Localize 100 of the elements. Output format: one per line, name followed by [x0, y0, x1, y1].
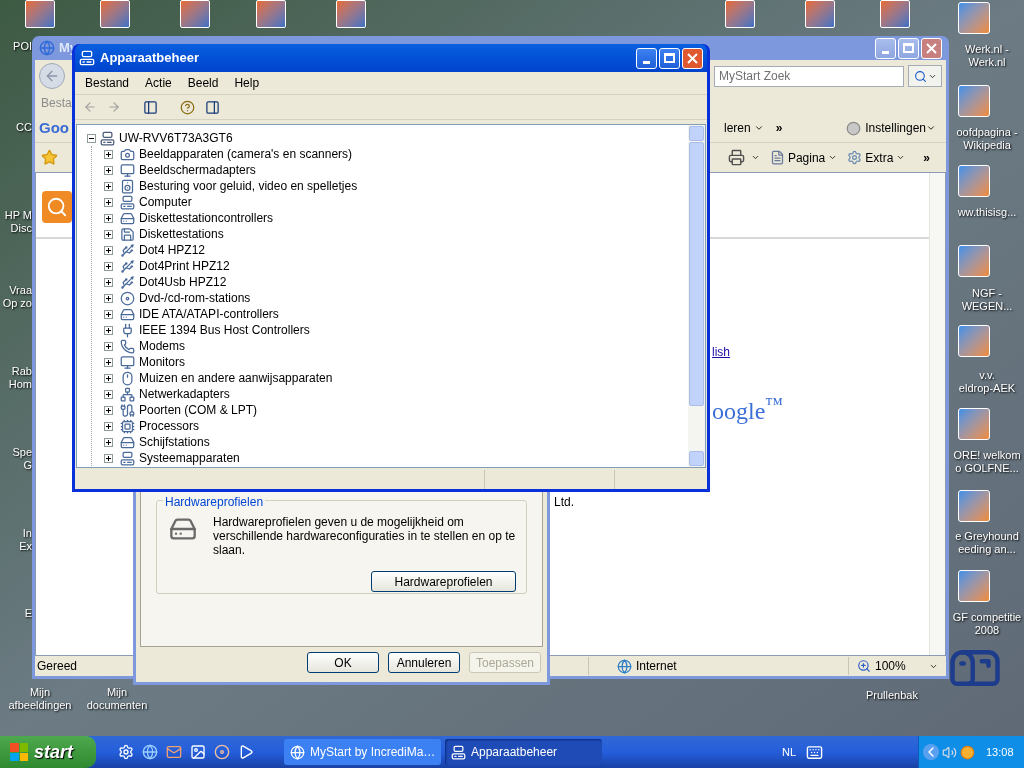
tree-item[interactable]: IDE ATA/ATAPI-controllers [139, 305, 279, 323]
expand-toggle[interactable] [104, 229, 113, 239]
browser-icon[interactable] [142, 744, 158, 760]
shortcut-icon[interactable] [958, 408, 990, 440]
toolbar-button[interactable]: leren [724, 119, 764, 137]
maximize-button[interactable] [659, 47, 680, 69]
menu-item[interactable]: Bestand [79, 74, 136, 92]
shortcut-icon[interactable] [336, 0, 366, 28]
keyboard-icon[interactable] [806, 743, 823, 761]
command-button[interactable]: Pagina [769, 148, 838, 167]
shortcut-icon[interactable] [958, 245, 990, 277]
expand-toggle[interactable] [104, 453, 113, 463]
speaker-icon[interactable] [942, 744, 957, 760]
tree-item[interactable]: Dot4Print HPZ12 [139, 257, 230, 275]
tree-item[interactable]: Dot4 HPZ12 [139, 241, 206, 259]
minimize-button[interactable] [636, 47, 657, 69]
tree-item[interactable]: Computer [139, 193, 192, 211]
shortcut-icon[interactable] [805, 0, 835, 28]
search-field[interactable]: MyStart Zoek [714, 65, 904, 87]
show-hidden-icons-button[interactable] [923, 744, 939, 760]
close-button[interactable] [682, 47, 703, 69]
shortcut-icon[interactable] [958, 570, 990, 602]
hardware-profiles-button[interactable]: Hardwareprofielen [371, 571, 516, 592]
tree-item[interactable]: Systeemapparaten [139, 449, 240, 467]
start-button[interactable]: start [0, 736, 96, 768]
shortcut-icon[interactable] [958, 2, 990, 34]
expand-toggle[interactable] [104, 293, 113, 303]
tree-item[interactable]: Diskettestationcontrollers [139, 209, 274, 227]
tree-item[interactable]: UW-RVV6T73A3GT6 [119, 129, 233, 147]
tree-item[interactable]: Beeldapparaten (camera's en scanners) [139, 145, 353, 163]
play-icon[interactable] [238, 744, 254, 760]
expand-toggle[interactable] [104, 325, 113, 335]
expand-toggle[interactable] [104, 357, 113, 367]
dialog-button[interactable]: Annuleren [388, 652, 460, 673]
shortcut-icon[interactable] [100, 0, 130, 28]
action-pane-icon[interactable] [205, 99, 220, 115]
scrollbar[interactable] [688, 125, 705, 467]
expand-toggle[interactable] [104, 341, 113, 351]
dialog-button[interactable]: OK [307, 652, 379, 673]
expand-toggle[interactable] [104, 181, 113, 191]
expand-toggle[interactable] [104, 309, 113, 319]
expand-toggle[interactable] [104, 405, 113, 415]
expand-toggle[interactable] [104, 165, 113, 175]
settings-button[interactable]: Instellingen [865, 119, 936, 137]
expand-toggle[interactable] [104, 261, 113, 271]
tree-item[interactable]: Poorten (COM & LPT) [139, 401, 258, 419]
shortcut-icon[interactable] [958, 325, 990, 357]
help-icon[interactable] [180, 99, 195, 115]
expand-toggle[interactable] [104, 149, 113, 159]
expand-toggle[interactable] [104, 421, 113, 431]
tree-item[interactable]: Diskettestations [139, 225, 224, 243]
caret-icon[interactable] [750, 153, 760, 162]
expand-toggle[interactable] [104, 389, 113, 399]
menu-item[interactable]: Beeld [181, 74, 225, 92]
close-button[interactable] [921, 37, 942, 59]
shortcut-icon[interactable] [880, 0, 910, 28]
tree-item[interactable]: Netwerkadapters [139, 385, 230, 403]
expand-toggle[interactable] [104, 437, 113, 447]
zoom-button[interactable]: 100% [848, 657, 938, 675]
expand-toggle[interactable] [104, 245, 113, 255]
tree-item[interactable]: Processors [139, 417, 200, 435]
tree-item[interactable]: Dot4Usb HPZ12 [139, 273, 227, 291]
print-icon[interactable] [727, 149, 745, 166]
minimize-button[interactable] [875, 37, 896, 59]
mail-icon[interactable] [166, 744, 182, 760]
expand-toggle[interactable] [104, 277, 113, 287]
tree-item[interactable]: IEEE 1394 Bus Host Controllers [139, 321, 310, 339]
tree-item[interactable]: Schijfstations [139, 433, 210, 451]
language-link[interactable]: lish [712, 343, 730, 361]
more-button[interactable]: » [923, 148, 930, 167]
shortcut-icon[interactable] [958, 165, 990, 197]
shortcut-icon[interactable] [958, 85, 990, 117]
shortcut-icon[interactable] [725, 0, 755, 28]
favorites-star-icon[interactable] [41, 149, 58, 166]
tree-item[interactable]: Muizen en andere aanwijsapparaten [139, 369, 333, 387]
command-button[interactable]: Extra [847, 148, 906, 167]
tree-item[interactable]: Beeldschermadapters [139, 161, 256, 179]
shortcut-icon[interactable] [180, 0, 210, 28]
taskbar-button[interactable]: Apparaatbeheer [445, 739, 602, 765]
expand-toggle[interactable] [104, 213, 113, 223]
disc-icon[interactable] [214, 744, 230, 760]
shortcut-icon[interactable] [25, 0, 55, 28]
console-tree-icon[interactable] [143, 99, 158, 115]
tree-item[interactable]: Besturing voor geluid, video en spelletjes [139, 177, 358, 195]
tree-item[interactable]: Monitors [139, 353, 185, 371]
tree-item[interactable]: Modems [139, 337, 185, 355]
taskbar-button[interactable]: MyStart by IncrediMa… [284, 739, 441, 765]
menu-item[interactable]: Help [228, 74, 266, 92]
shortcut-icon[interactable] [958, 490, 990, 522]
language-indicator[interactable]: NL [781, 743, 796, 761]
gear-icon[interactable] [118, 744, 134, 760]
search-button[interactable] [908, 65, 942, 87]
picture-icon[interactable] [190, 744, 206, 760]
menu-item[interactable]: Actie [139, 74, 178, 92]
maximize-button[interactable] [898, 37, 919, 59]
shortcut-icon[interactable] [256, 0, 286, 28]
expand-toggle[interactable] [87, 133, 96, 143]
scrollbar[interactable] [929, 173, 945, 655]
tree-item[interactable]: Dvd-/cd-rom-stations [139, 289, 251, 307]
more-button[interactable]: » [775, 119, 783, 137]
